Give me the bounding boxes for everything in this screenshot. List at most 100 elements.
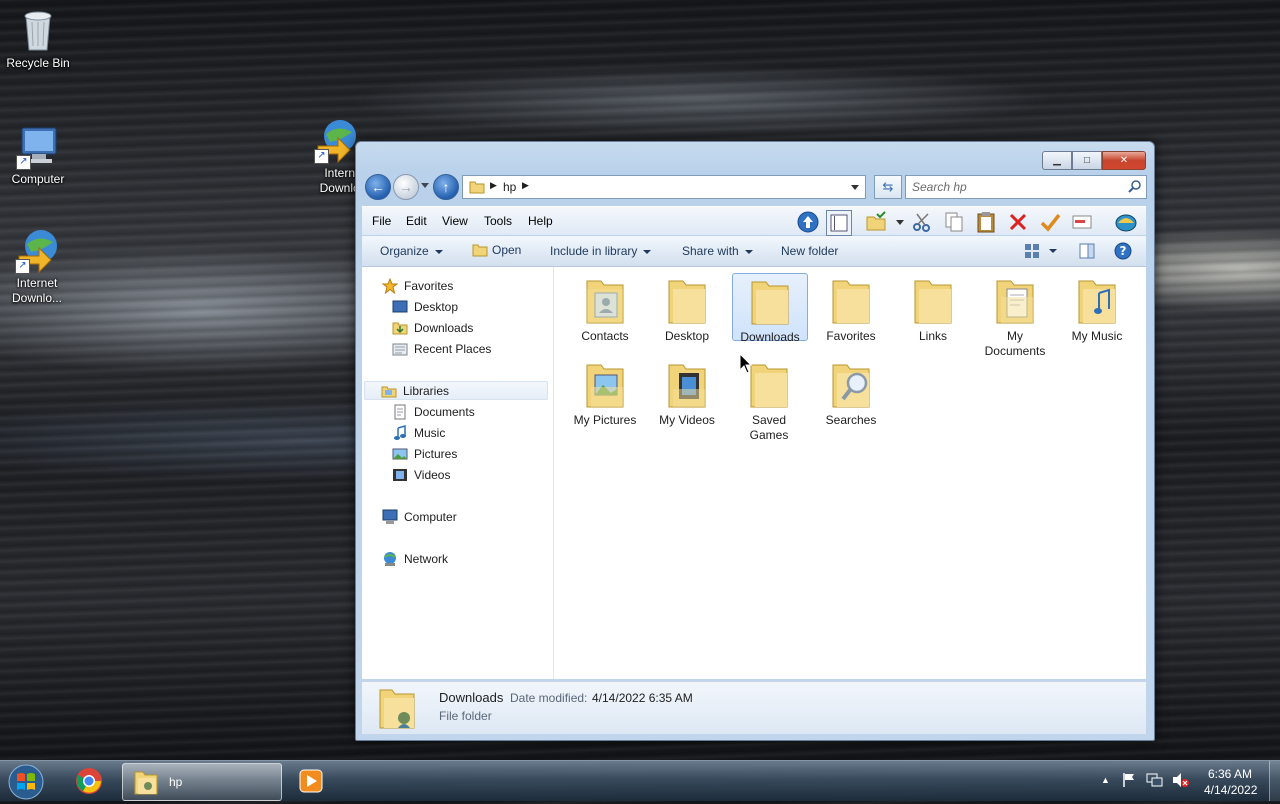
maximize-button[interactable]: □ [1072,151,1102,170]
view-dropdown-icon[interactable] [1049,249,1057,253]
folder-contacts[interactable]: Contacts [568,273,642,344]
breadcrumb-arrow-icon[interactable]: ▶ [522,180,529,191]
folder-desktop[interactable]: Desktop [650,273,724,344]
menu-help[interactable]: Help [528,214,553,228]
chevron-down-icon [744,249,753,254]
libraries-icon [381,383,397,399]
nav-documents[interactable]: Documents [392,404,475,420]
folder-icon [827,275,875,327]
desktop-icon-recycle-bin[interactable]: Recycle Bin [0,6,76,71]
preview-pane-icon[interactable] [1079,243,1095,262]
folder-favorites[interactable]: Favorites [814,273,888,344]
breadcrumb-item-hp[interactable]: hp [503,180,516,194]
up-button[interactable]: ↑ [433,174,459,200]
address-bar[interactable]: ▶ hp ▶ [462,175,866,199]
nav-recent-places[interactable]: Recent Places [392,341,491,357]
contacts-folder-icon [581,275,629,327]
menu-edit[interactable]: Edit [406,214,427,228]
taskbar-chrome-button[interactable] [70,763,108,799]
videos-folder-icon [663,359,711,411]
nav-pictures[interactable]: Pictures [392,446,457,462]
refresh-button[interactable]: ⇆ [874,175,902,199]
show-desktop-button[interactable] [1269,761,1280,801]
nav-music[interactable]: Music [392,425,445,441]
nav-network[interactable]: Network [382,551,448,567]
taskbar-media-player-button[interactable] [292,763,330,799]
nav-computer[interactable]: Computer [382,509,457,525]
organize-button[interactable]: Organize [380,244,443,258]
system-clock[interactable]: 6:36 AM 4/14/2022 [1204,766,1258,798]
include-in-library-button[interactable]: Include in library [550,244,652,258]
folder-links[interactable]: Links [896,273,970,344]
details-name: Downloads [439,690,504,705]
volume-muted-icon[interactable] [1172,772,1190,791]
back-button[interactable]: ← [365,174,391,200]
recent-pages-dropdown[interactable] [421,183,429,188]
share-with-button[interactable]: Share with [682,244,753,258]
search-placeholder: Search hp [912,180,967,194]
nav-favorites[interactable]: Favorites [381,277,454,295]
details-modified-value: 4/14/2022 6:35 AM [592,691,693,705]
nav-desktop[interactable]: Desktop [392,299,458,315]
share-label: Share with [682,244,739,258]
folder-my-videos[interactable]: My Videos [650,357,724,428]
taskbar-explorer-button[interactable]: hp [122,763,282,801]
idm-globe-icon: ↗ [13,226,61,274]
address-dropdown-icon[interactable] [851,185,859,190]
menu-view[interactable]: View [442,214,468,228]
folder-my-music[interactable]: My Music [1060,273,1134,344]
cut-icon[interactable] [910,210,934,234]
nav-libraries[interactable]: Libraries [364,381,548,400]
paste-icon[interactable] [974,210,998,234]
delete-icon[interactable] [1006,210,1030,234]
go-up-icon[interactable] [796,210,820,234]
menu-tools[interactable]: Tools [484,214,512,228]
search-box[interactable]: Search hp [905,175,1147,199]
music-note-icon [392,425,408,441]
breadcrumb-arrow-icon[interactable]: ▶ [490,180,497,191]
start-button[interactable] [6,763,46,803]
media-player-icon [299,769,323,793]
folder-options-dropdown-icon[interactable] [896,220,904,225]
menu-file[interactable]: File [372,214,391,228]
copy-icon[interactable] [942,210,966,234]
file-label: My Pictures [573,413,637,427]
desktop-icon-computer[interactable]: ↗ Computer [0,122,76,187]
nav-label: Videos [414,468,451,482]
folder-searches[interactable]: Searches [814,357,888,428]
forward-button[interactable]: → [393,174,419,200]
show-hidden-icons-button[interactable]: ▲ [1101,775,1110,785]
change-view-icon[interactable] [1024,243,1040,262]
nav-downloads[interactable]: Downloads [392,320,473,336]
open-button[interactable]: Open [472,242,521,258]
file-label: Links [918,329,947,343]
folder-downloads[interactable]: Downloads [732,273,808,344]
network-status-icon[interactable] [1146,772,1164,791]
rename-icon[interactable] [1070,210,1094,234]
file-label: Favorites [826,329,876,343]
windows-explorer-shell-icon[interactable] [1114,210,1138,234]
desktop-icon-internet-download-manager[interactable]: ↗ Internet Downlo... [0,226,74,306]
new-folder-button[interactable]: New folder [781,244,838,258]
folder-my-documents[interactable]: My Documents [978,273,1052,359]
close-button[interactable]: ✕ [1102,151,1146,170]
action-center-flag-icon[interactable] [1121,772,1137,791]
menu-bar: File Edit View Tools Help [362,206,1146,236]
minimize-button[interactable]: ▁ [1042,151,1072,170]
clock-date: 4/14/2022 [1204,783,1258,797]
idm-globe-icon: ↗ [312,116,360,164]
folder-options-icon[interactable] [864,210,888,234]
file-label: Downloads [740,330,800,344]
folder-icon [909,275,957,327]
search-icon[interactable] [1128,179,1142,196]
properties-check-icon[interactable] [1038,210,1062,234]
help-icon[interactable]: ? [1114,242,1132,263]
nav-label: Favorites [404,279,454,293]
nav-videos[interactable]: Videos [392,467,450,483]
folder-my-pictures[interactable]: My Pictures [568,357,642,428]
nav-label: Recent Places [414,342,492,356]
preview-pane-toggle-icon[interactable] [826,210,852,236]
folder-icon [663,275,711,327]
pictures-icon [392,446,408,462]
file-list: Contacts Desktop Downloads Favorites Lin… [554,267,1146,679]
